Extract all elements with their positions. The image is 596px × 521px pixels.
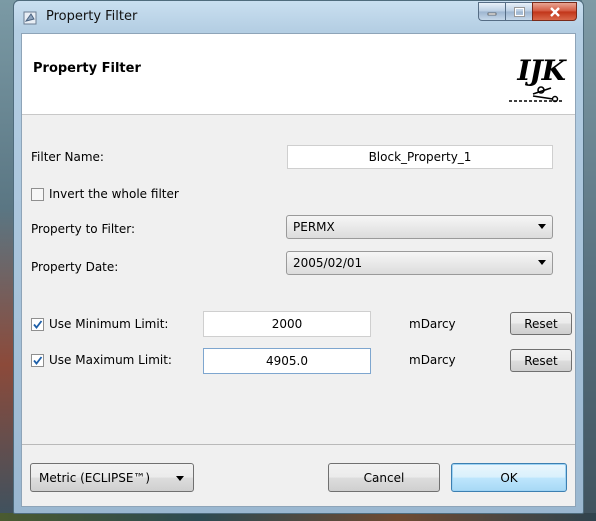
reset-minimum-button[interactable]: Reset: [510, 312, 572, 335]
chevron-down-icon: [176, 476, 184, 481]
minimize-button[interactable]: [478, 2, 505, 21]
maximize-icon: [513, 6, 525, 17]
minimize-icon: [487, 12, 497, 15]
minimum-limit-input[interactable]: 2000: [203, 311, 371, 337]
unit-system-select[interactable]: Metric (ECLIPSE™): [30, 463, 194, 492]
use-maximum-limit-label: Use Maximum Limit:: [49, 353, 172, 367]
property-date-label: Property Date:: [31, 260, 119, 274]
property-date-select[interactable]: 2005/02/01: [286, 251, 553, 275]
reset-maximum-button[interactable]: Reset: [510, 349, 572, 372]
dialog-window: Property Filter Property Filter IJK Filt…: [13, 0, 584, 514]
cancel-button[interactable]: Cancel: [328, 463, 440, 492]
header-title: Property Filter: [33, 61, 141, 76]
header-panel: Property Filter IJK: [22, 34, 575, 115]
invert-filter-label: Invert the whole filter: [49, 187, 179, 201]
unit-system-value: Metric (ECLIPSE™): [39, 470, 151, 485]
close-icon: [549, 6, 560, 17]
checkmark-icon: [33, 356, 43, 365]
window-title: Property Filter: [46, 9, 138, 24]
desktop-background-bottom: [0, 513, 596, 521]
footer-divider: [22, 444, 575, 445]
chevron-down-icon: [538, 260, 546, 265]
property-date-value: 2005/02/01: [293, 256, 363, 270]
scissors-icon: [509, 86, 563, 103]
desktop-background-right: [582, 0, 596, 521]
filter-name-input[interactable]: Block_Property_1: [287, 145, 553, 169]
property-to-filter-select[interactable]: PERMX: [286, 215, 553, 239]
use-maximum-limit-checkbox[interactable]: [31, 354, 44, 367]
maximum-limit-input[interactable]: 4905.0: [203, 348, 371, 374]
dialog-client-area: Property Filter IJK Filter Name: Block_P…: [21, 33, 576, 507]
checkmark-icon: [33, 320, 43, 329]
minimum-limit-unit: mDarcy: [409, 317, 456, 331]
maximum-limit-unit: mDarcy: [409, 353, 456, 367]
ok-button[interactable]: OK: [451, 463, 567, 492]
use-minimum-limit-label: Use Minimum Limit:: [49, 317, 169, 331]
chevron-down-icon: [538, 224, 546, 229]
filter-name-label: Filter Name:: [31, 150, 104, 164]
invert-filter-checkbox[interactable]: [31, 188, 44, 201]
maximize-button[interactable]: [505, 2, 532, 21]
close-button[interactable]: [532, 2, 577, 21]
ijk-logo: IJK: [507, 54, 566, 112]
use-minimum-limit-checkbox[interactable]: [31, 318, 44, 331]
title-bar[interactable]: Property Filter: [14, 1, 583, 33]
app-icon: [23, 11, 37, 25]
property-to-filter-label: Property to Filter:: [31, 222, 136, 236]
property-to-filter-value: PERMX: [293, 220, 335, 234]
window-controls: [478, 2, 577, 22]
